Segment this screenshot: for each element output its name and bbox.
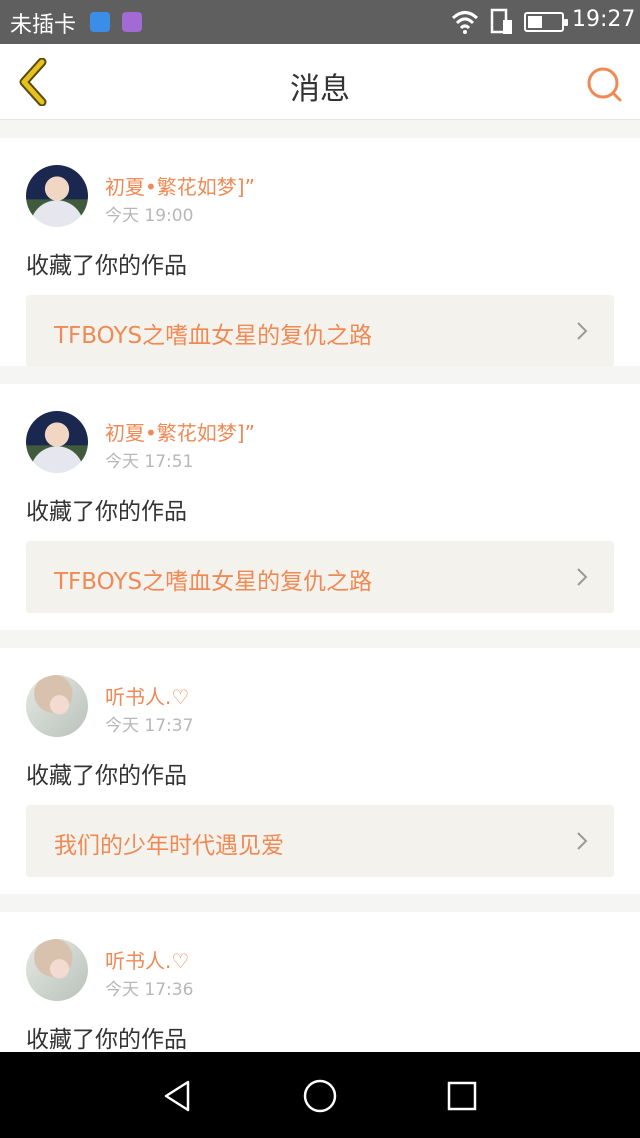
wifi-icon [451, 11, 479, 34]
battery-icon [524, 12, 568, 32]
username-link[interactable]: 初夏•繁花如梦]” [105, 417, 255, 446]
message-card: 初夏•繁花如梦]” 今天 17:51 收藏了你的作品 TFBOYS之嗜血女星的复… [0, 384, 640, 630]
username-link[interactable]: 听书人.♡ [105, 945, 189, 974]
square-recent-icon[interactable] [442, 1076, 482, 1116]
work-title: 我们的少年时代遇见爱 [54, 833, 284, 859]
message-action-text: 收藏了你的作品 [26, 499, 187, 525]
work-link[interactable]: TFBOYS之嗜血女星的复仇之路 [26, 541, 614, 613]
triangle-back-icon[interactable] [158, 1076, 198, 1116]
chevron-right-icon [577, 832, 588, 850]
message-time: 今天 17:51 [105, 452, 194, 472]
avatar[interactable] [26, 939, 88, 1001]
message-card: 听书人.♡ 今天 17:37 收藏了你的作品 我们的少年时代遇见爱 [0, 648, 640, 894]
status-bar: 未插卡 19:27 [0, 0, 640, 44]
message-card: 初夏•繁花如梦]” 今天 19:00 收藏了你的作品 TFBOYS之嗜血女星的复… [0, 138, 640, 367]
message-time: 今天 17:37 [105, 716, 194, 736]
avatar[interactable] [26, 675, 88, 737]
carrier-label: 未插卡 [10, 13, 77, 38]
message-action-text: 收藏了你的作品 [26, 1027, 187, 1053]
avatar[interactable] [26, 165, 88, 227]
chevron-right-icon [577, 322, 588, 340]
sim-icon [490, 8, 512, 34]
clock: 19:27 [572, 7, 636, 32]
search-icon[interactable] [584, 64, 624, 104]
work-title: TFBOYS之嗜血女星的复仇之路 [54, 323, 373, 349]
chevron-right-icon [577, 568, 588, 586]
message-time: 今天 19:00 [105, 206, 194, 226]
top-nav-bar: 消息 [0, 44, 640, 120]
page-title: 消息 [290, 72, 350, 107]
system-nav-bar [0, 1052, 640, 1138]
circle-home-icon[interactable] [300, 1076, 340, 1116]
avatar[interactable] [26, 411, 88, 473]
gallery-icon [122, 12, 142, 32]
message-card: 听书人.♡ 今天 17:36 收藏了你的作品 [0, 912, 640, 1053]
work-link[interactable]: TFBOYS之嗜血女星的复仇之路 [26, 295, 614, 367]
username-link[interactable]: 听书人.♡ [105, 681, 189, 710]
message-action-text: 收藏了你的作品 [26, 763, 187, 789]
message-time: 今天 17:36 [105, 980, 194, 1000]
wifi-hotspot-icon [90, 12, 110, 32]
username-link[interactable]: 初夏•繁花如梦]” [105, 171, 255, 200]
work-title: TFBOYS之嗜血女星的复仇之路 [54, 569, 373, 595]
message-action-text: 收藏了你的作品 [26, 253, 187, 279]
work-link[interactable]: 我们的少年时代遇见爱 [26, 805, 614, 877]
